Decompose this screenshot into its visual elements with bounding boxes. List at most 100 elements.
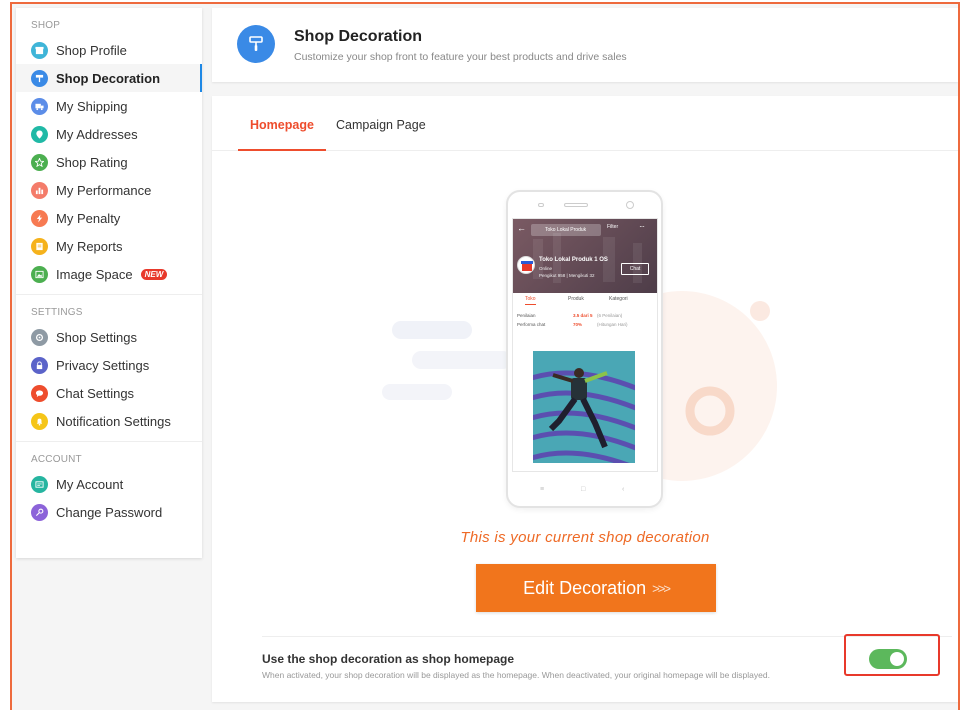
mini-shop-name: Toko Lokal Produk 1 OS (539, 257, 608, 263)
truck-icon (31, 97, 48, 115)
store-icon (31, 41, 48, 59)
divider (16, 294, 202, 295)
main-content: Homepage Campaign Page ← Toko Lokal Prod… (212, 96, 958, 702)
toggle-knob (890, 652, 904, 666)
bell-icon (31, 412, 48, 430)
page-title: Shop Decoration (294, 28, 423, 45)
sidebar-item-my-account[interactable]: My Account (16, 470, 202, 498)
sidebar-item-label: My Account (56, 476, 124, 492)
section-title-shop: SHOP (31, 20, 61, 31)
image-icon (31, 265, 48, 283)
paint-roller-icon (237, 25, 275, 63)
sidebar-item-my-penalty[interactable]: My Penalty (16, 204, 202, 232)
mini-search-bar: Toko Lokal Produk (531, 224, 601, 236)
phone-preview: ← Toko Lokal Produk Filter ··· Toko Loka… (506, 190, 663, 508)
gear-icon (31, 328, 48, 346)
sidebar-item-privacy-settings[interactable]: Privacy Settings (16, 351, 202, 379)
phone-camera (626, 201, 634, 209)
sidebar-item-label: Chat Settings (56, 385, 135, 401)
mini-tab-toko: Toko (525, 296, 536, 305)
mini-stat-label: Penilaian (517, 313, 536, 318)
sidebar-item-label: My Shipping (56, 98, 128, 114)
menu-icon: ≡ (540, 486, 545, 493)
setting-description: When activated, your shop decoration wil… (262, 670, 770, 680)
lightning-icon (31, 209, 48, 227)
mini-stat-label: Performa chat (517, 322, 546, 327)
id-card-icon (31, 475, 48, 493)
key-icon (31, 503, 48, 521)
app-frame: SHOP Shop Profile Shop Decoration My Shi… (10, 2, 960, 710)
phone-speaker (564, 203, 588, 207)
chart-icon (31, 181, 48, 199)
section-title-settings: SETTINGS (31, 307, 83, 318)
chat-icon (31, 384, 48, 402)
tab-campaign-page[interactable]: Campaign Page (336, 96, 426, 151)
mini-filter-label: Filter (607, 224, 619, 230)
sidebar-item-my-shipping[interactable]: My Shipping (16, 92, 202, 120)
sidebar-item-label: Shop Profile (56, 42, 127, 58)
setting-title: Use the shop decoration as shop homepage (262, 652, 515, 666)
report-icon (31, 237, 48, 255)
sidebar-item-shop-profile[interactable]: Shop Profile (16, 36, 202, 64)
more-icon: ··· (639, 222, 645, 231)
mini-stat-value: 70% (573, 322, 583, 327)
star-icon (31, 153, 48, 171)
back-arrow-icon: ← (517, 223, 526, 233)
sidebar-item-label: Image Space (56, 266, 133, 282)
location-pin-icon (31, 125, 48, 143)
edit-decoration-label: Edit Decoration (523, 577, 647, 598)
back-icon: ‹ (622, 486, 625, 493)
mini-chat-button: Chat (621, 263, 649, 275)
phone-sensor (538, 203, 544, 207)
mini-tabs: Toko Produk Kategori (513, 293, 657, 307)
shop-logo (517, 256, 535, 274)
sidebar-item-label: Shop Rating (56, 154, 128, 170)
product-banner-image (533, 351, 635, 463)
sidebar-item-change-password[interactable]: Change Password (16, 498, 202, 526)
phone-screen: ← Toko Lokal Produk Filter ··· Toko Loka… (512, 218, 658, 472)
home-icon: □ (581, 486, 586, 493)
sidebar-item-shop-settings[interactable]: Shop Settings (16, 323, 202, 351)
sidebar: SHOP Shop Profile Shop Decoration My Shi… (16, 8, 202, 558)
sidebar-item-label: Notification Settings (56, 413, 171, 429)
page-header: Shop Decoration Customize your shop fron… (212, 8, 958, 82)
tab-bar: Homepage Campaign Page (212, 96, 958, 151)
sidebar-item-label: My Performance (56, 182, 152, 198)
mini-tab-produk: Produk (568, 296, 584, 302)
sidebar-item-label: Change Password (56, 504, 163, 520)
lock-icon (31, 356, 48, 374)
sidebar-item-my-performance[interactable]: My Performance (16, 176, 202, 204)
edit-decoration-button[interactable]: Edit Decoration >>> (476, 564, 716, 612)
tab-homepage[interactable]: Homepage (238, 96, 326, 151)
mini-stat-sub: (Hitungan Hari) (597, 322, 628, 327)
mini-stats: Penilaian 3.5 dari 5 (6 Penilaian) Perfo… (517, 313, 655, 331)
sidebar-item-notification-settings[interactable]: Notification Settings (16, 407, 202, 435)
sidebar-item-label: Privacy Settings (56, 357, 150, 373)
sidebar-item-label: Shop Decoration (56, 70, 161, 86)
mini-stat-row: Performa chat 70% (Hitungan Hari) (517, 322, 655, 331)
sidebar-item-my-addresses[interactable]: My Addresses (16, 120, 202, 148)
divider (16, 441, 202, 442)
sidebar-item-my-reports[interactable]: My Reports (16, 232, 202, 260)
mini-shop-status: Online (539, 266, 553, 271)
sidebar-item-shop-decoration[interactable]: Shop Decoration (16, 64, 202, 92)
chevrons-right-icon: >>> (652, 580, 671, 596)
homepage-toggle[interactable] (869, 649, 907, 669)
phone-nav-bar: ≡ □ ‹ (508, 486, 661, 500)
mini-stat-sub: (6 Penilaian) (597, 313, 623, 318)
sidebar-item-label: My Penalty (56, 210, 121, 226)
paint-roller-icon (31, 69, 48, 87)
mini-tab-kategori: Kategori (609, 296, 628, 302)
sidebar-item-label: Shop Settings (56, 329, 137, 345)
mini-shop-followers: Pengikut 958 | Mengikuti 32 (539, 273, 595, 278)
sidebar-item-chat-settings[interactable]: Chat Settings (16, 379, 202, 407)
sidebar-item-image-space[interactable]: Image Space NEW (16, 260, 202, 288)
sidebar-item-shop-rating[interactable]: Shop Rating (16, 148, 202, 176)
section-title-account: ACCOUNT (31, 454, 82, 465)
mini-stat-value: 3.5 dari 5 (573, 313, 593, 318)
sidebar-item-label: My Reports (56, 238, 123, 254)
page-subtitle: Customize your shop front to feature you… (294, 51, 627, 63)
new-badge: NEW (140, 268, 168, 280)
mini-stat-row: Penilaian 3.5 dari 5 (6 Penilaian) (517, 313, 655, 322)
decoration-caption: This is your current shop decoration (460, 529, 710, 546)
